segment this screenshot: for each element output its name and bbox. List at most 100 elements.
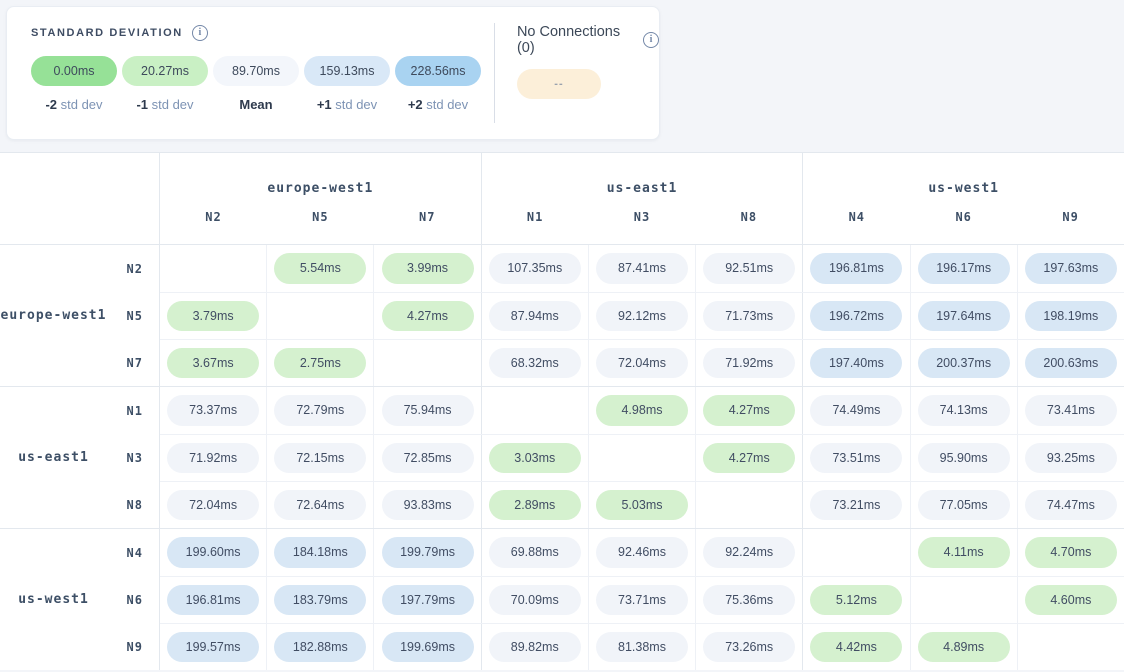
matrix-cell[interactable]: 87.94ms — [481, 293, 588, 339]
matrix-cell[interactable]: 107.35ms — [481, 245, 588, 292]
matrix-cell — [160, 245, 266, 292]
matrix-cell[interactable]: 199.69ms — [373, 624, 480, 670]
matrix-cell[interactable]: 93.25ms — [1017, 435, 1124, 481]
matrix-cell[interactable]: 92.24ms — [695, 529, 802, 576]
row-node-label: N2 — [107, 245, 143, 292]
matrix-cell[interactable]: 184.18ms — [266, 529, 373, 576]
row-node-label: N8 — [107, 481, 143, 528]
matrix-cell[interactable]: 182.88ms — [266, 624, 373, 670]
latency-pill: 93.83ms — [382, 490, 474, 521]
matrix-cell[interactable]: 199.79ms — [373, 529, 480, 576]
matrix-cell[interactable]: 73.71ms — [588, 577, 695, 623]
matrix-cell[interactable]: 3.99ms — [373, 245, 480, 292]
matrix-cell[interactable]: 93.83ms — [373, 482, 480, 528]
latency-pill: 89.82ms — [489, 632, 581, 663]
matrix-cell[interactable]: 77.05ms — [910, 482, 1017, 528]
matrix-cell[interactable]: 4.27ms — [373, 293, 480, 339]
matrix-cell[interactable]: 70.09ms — [481, 577, 588, 623]
matrix-cell[interactable]: 95.90ms — [910, 435, 1017, 481]
matrix-cell[interactable]: 5.12ms — [802, 577, 909, 623]
matrix-cell[interactable]: 87.41ms — [588, 245, 695, 292]
row-node-label: N6 — [107, 576, 143, 623]
latency-pill: 92.24ms — [703, 537, 795, 568]
latency-pill: 196.81ms — [810, 253, 902, 284]
matrix-cell[interactable]: 74.13ms — [910, 387, 1017, 434]
matrix-cell[interactable]: 199.60ms — [160, 529, 266, 576]
matrix-cell[interactable]: 72.85ms — [373, 435, 480, 481]
matrix-cell[interactable]: 71.73ms — [695, 293, 802, 339]
matrix-cell[interactable]: 89.82ms — [481, 624, 588, 670]
matrix-cell[interactable]: 196.72ms — [802, 293, 909, 339]
matrix-cell[interactable]: 197.63ms — [1017, 245, 1124, 292]
info-icon[interactable]: i — [643, 32, 659, 48]
matrix-cell[interactable]: 197.79ms — [373, 577, 480, 623]
matrix-cell[interactable]: 74.47ms — [1017, 482, 1124, 528]
matrix-cell[interactable]: 4.70ms — [1017, 529, 1124, 576]
matrix-cell[interactable]: 73.41ms — [1017, 387, 1124, 434]
matrix-cell[interactable]: 199.57ms — [160, 624, 266, 670]
latency-pill: 72.04ms — [167, 490, 259, 521]
matrix-cell[interactable]: 3.79ms — [160, 293, 266, 339]
matrix-cell[interactable]: 200.37ms — [910, 340, 1017, 386]
matrix-cell[interactable]: 2.89ms — [481, 482, 588, 528]
matrix-cell[interactable]: 72.04ms — [588, 340, 695, 386]
matrix-cell — [910, 577, 1017, 623]
latency-pill: 74.47ms — [1025, 490, 1117, 521]
matrix-cell[interactable]: 75.36ms — [695, 577, 802, 623]
matrix-row-N3: 71.92ms72.15ms72.85ms3.03ms 4.27ms73.51ms… — [160, 434, 1124, 481]
matrix-cell[interactable]: 73.21ms — [802, 482, 909, 528]
matrix-cell[interactable]: 92.46ms — [588, 529, 695, 576]
matrix-cell[interactable]: 4.11ms — [910, 529, 1017, 576]
matrix-cell[interactable]: 196.81ms — [160, 577, 266, 623]
column-node-label: N9 — [1017, 206, 1124, 244]
matrix-cell[interactable]: 5.54ms — [266, 245, 373, 292]
matrix-cell[interactable]: 72.79ms — [266, 387, 373, 434]
matrix-cell[interactable]: 71.92ms — [695, 340, 802, 386]
matrix-cell[interactable]: 196.17ms — [910, 245, 1017, 292]
matrix-cell[interactable]: 197.40ms — [802, 340, 909, 386]
matrix-cell[interactable]: 73.37ms — [160, 387, 266, 434]
latency-pill: 200.63ms — [1025, 348, 1117, 379]
no-connections-pill: -- — [517, 69, 601, 99]
matrix-cell[interactable]: 2.75ms — [266, 340, 373, 386]
header-group-us-east1: us-east1N1N3N8 — [481, 153, 803, 244]
matrix-cell[interactable]: 197.64ms — [910, 293, 1017, 339]
legend-label-1: -1 std dev — [122, 97, 208, 112]
matrix-cell[interactable]: 72.64ms — [266, 482, 373, 528]
matrix-cell[interactable]: 5.03ms — [588, 482, 695, 528]
matrix-cell[interactable]: 69.88ms — [481, 529, 588, 576]
latency-pill: 199.79ms — [382, 537, 474, 568]
matrix-cell[interactable]: 73.51ms — [802, 435, 909, 481]
latency-pill: 87.41ms — [596, 253, 688, 284]
legend-label-2: Mean — [213, 97, 299, 112]
matrix-cell[interactable]: 92.12ms — [588, 293, 695, 339]
info-icon[interactable]: i — [192, 25, 208, 41]
latency-matrix: europe-west1N2N5N7us-east1N1N3N8us-west1… — [0, 152, 1124, 670]
matrix-cell[interactable]: 73.26ms — [695, 624, 802, 670]
matrix-cell[interactable]: 4.89ms — [910, 624, 1017, 670]
latency-pill: 71.92ms — [703, 348, 795, 379]
matrix-cell[interactable]: 4.98ms — [588, 387, 695, 434]
matrix-cell[interactable]: 75.94ms — [373, 387, 480, 434]
matrix-cell[interactable]: 72.04ms — [160, 482, 266, 528]
matrix-cell[interactable]: 4.42ms — [802, 624, 909, 670]
matrix-cell[interactable]: 72.15ms — [266, 435, 373, 481]
matrix-cell[interactable]: 81.38ms — [588, 624, 695, 670]
matrix-cell[interactable]: 74.49ms — [802, 387, 909, 434]
matrix-cell[interactable]: 183.79ms — [266, 577, 373, 623]
matrix-cell[interactable]: 4.27ms — [695, 387, 802, 434]
matrix-cell[interactable]: 3.03ms — [481, 435, 588, 481]
matrix-cell[interactable]: 71.92ms — [160, 435, 266, 481]
matrix-cell[interactable]: 198.19ms — [1017, 293, 1124, 339]
matrix-cell[interactable]: 68.32ms — [481, 340, 588, 386]
matrix-cell[interactable]: 92.51ms — [695, 245, 802, 292]
matrix-cell[interactable]: 196.81ms — [802, 245, 909, 292]
matrix-cell[interactable]: 3.67ms — [160, 340, 266, 386]
matrix-cell[interactable]: 4.27ms — [695, 435, 802, 481]
column-node-label: N3 — [589, 206, 696, 244]
matrix-cell[interactable]: 200.63ms — [1017, 340, 1124, 386]
latency-pill: 75.94ms — [382, 395, 474, 426]
latency-pill: 70.09ms — [489, 585, 581, 616]
matrix-cell[interactable]: 4.60ms — [1017, 577, 1124, 623]
latency-pill: 199.57ms — [167, 632, 259, 663]
